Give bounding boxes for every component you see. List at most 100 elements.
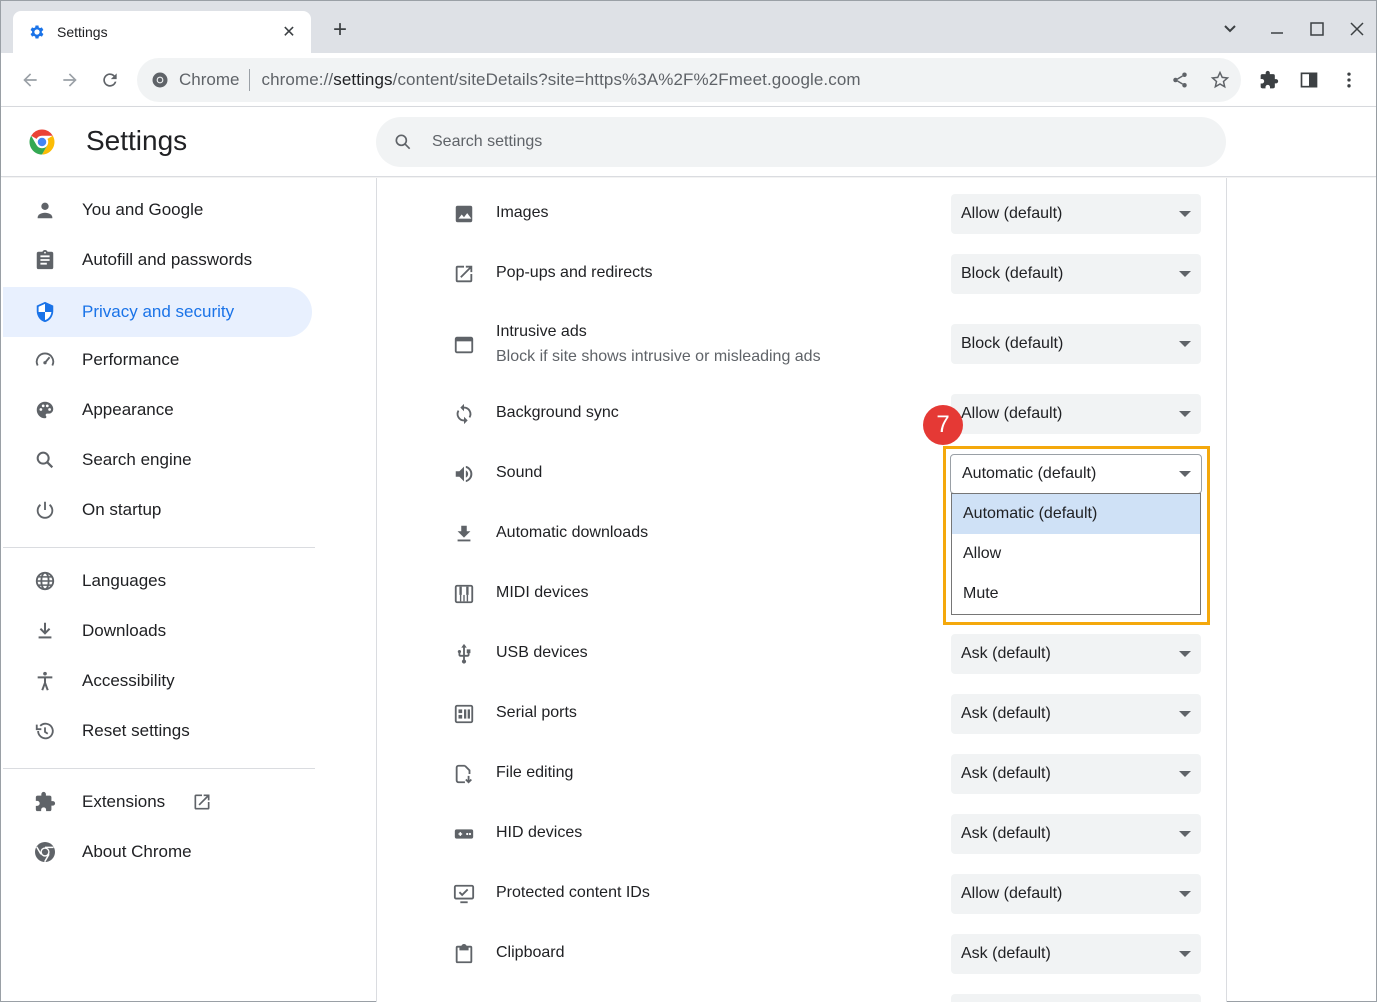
sidebar-item-downloads[interactable]: Downloads — [3, 606, 312, 656]
sidebar-item-performance[interactable]: Performance — [3, 335, 312, 385]
address-bar[interactable]: Chrome chrome://settings/content/siteDet… — [137, 58, 1241, 102]
image-icon — [452, 202, 476, 226]
close-window-icon[interactable] — [1345, 17, 1369, 41]
window-icon — [452, 333, 476, 357]
sidebar-item-label: Search engine — [82, 450, 192, 469]
images-select[interactable]: Allow (default) — [951, 194, 1201, 234]
sidebar-item-you-and-google[interactable]: You and Google — [3, 185, 312, 235]
serial-ports-select[interactable]: Ask (default) — [951, 694, 1201, 734]
sidebar-item-label: Performance — [82, 350, 180, 369]
sidebar-item-label: About Chrome — [82, 842, 192, 861]
tab-search-chevron-icon[interactable] — [1218, 17, 1242, 41]
file-edit-icon — [452, 762, 476, 786]
permission-row-file-editing: File editing Ask (default) — [376, 744, 1227, 804]
sound-option-automatic[interactable]: Automatic (default) — [952, 494, 1200, 534]
permission-label: Background sync — [496, 404, 619, 421]
usb-icon — [452, 642, 476, 666]
permission-row-clipboard: Clipboard Ask (default) — [376, 924, 1227, 984]
close-tab-icon[interactable]: ✕ — [279, 22, 299, 42]
sound-option-mute[interactable]: Mute — [952, 574, 1200, 614]
clipboard-icon — [33, 248, 57, 272]
chrome-logo-icon — [29, 129, 55, 155]
next-permission-select[interactable] — [951, 994, 1201, 1002]
dropdown-arrow-icon — [1179, 271, 1191, 277]
sidebar-item-privacy-and-security[interactable]: Privacy and security — [3, 287, 312, 337]
more-vert-icon[interactable] — [1337, 68, 1361, 92]
sidebar-item-label: Autofill and passwords — [82, 250, 253, 269]
forward-arrow-icon[interactable] — [57, 67, 83, 93]
sidebar-item-reset-settings[interactable]: Reset settings — [3, 706, 312, 756]
dropdown-arrow-icon — [1179, 651, 1191, 657]
sidebar-item-about-chrome[interactable]: About Chrome — [3, 827, 312, 877]
dropdown-arrow-icon — [1179, 711, 1191, 717]
step-number-badge: 7 — [923, 405, 963, 445]
popups-select[interactable]: Block (default) — [951, 254, 1201, 294]
share-icon[interactable] — [1169, 69, 1191, 91]
minimize-icon[interactable] — [1265, 17, 1289, 41]
back-arrow-icon[interactable] — [17, 67, 43, 93]
gamepad-icon — [452, 822, 476, 846]
maximize-icon[interactable] — [1305, 17, 1329, 41]
speedometer-icon — [33, 348, 57, 372]
extensions-puzzle-icon[interactable] — [1257, 68, 1281, 92]
settings-header: Settings — [1, 107, 1376, 177]
usb-devices-select[interactable]: Ask (default) — [951, 634, 1201, 674]
open-in-new-icon — [191, 791, 213, 813]
sidebar-item-label: On startup — [82, 500, 162, 519]
file-editing-select[interactable]: Ask (default) — [951, 754, 1201, 794]
permission-label: Serial ports — [496, 704, 577, 721]
select-value: Ask (default) — [961, 705, 1051, 722]
download-icon — [452, 522, 476, 546]
sidebar-item-languages[interactable]: Languages — [3, 556, 312, 606]
sidebar-item-extensions[interactable]: Extensions — [3, 777, 312, 827]
background-sync-select[interactable]: Allow (default) — [951, 394, 1201, 434]
permission-row-serial-ports: Serial ports Ask (default) — [376, 684, 1227, 744]
sidebar-item-label: Reset settings — [82, 721, 190, 740]
permission-row-intrusive-ads: Intrusive ads Block if site shows intrus… — [376, 311, 1227, 381]
sidebar-item-label: Accessibility — [82, 671, 175, 690]
permission-row-background-sync: Background sync Allow (default) — [376, 384, 1227, 444]
url-path: /content/siteDetails?site=https%3A%2F%2F… — [392, 70, 861, 89]
reload-icon[interactable] — [97, 67, 123, 93]
sound-option-allow[interactable]: Allow — [952, 534, 1200, 574]
sidebar-divider — [3, 768, 315, 769]
sidebar-item-appearance[interactable]: Appearance — [3, 385, 312, 435]
search-settings-box[interactable] — [376, 117, 1226, 167]
piano-icon — [452, 582, 476, 606]
url-text[interactable]: chrome://settings/content/siteDetails?si… — [261, 70, 860, 90]
new-tab-button[interactable]: + — [327, 17, 353, 43]
sidebar-item-accessibility[interactable]: Accessibility — [3, 656, 312, 706]
sidebar-item-on-startup[interactable]: On startup — [3, 485, 312, 535]
sound-select[interactable]: Automatic (default) — [950, 454, 1202, 494]
sidebar-divider — [3, 547, 315, 548]
dropdown-arrow-icon — [1179, 211, 1191, 217]
sidebar-item-label: Privacy and security — [82, 302, 235, 321]
sidebar-item-search-engine[interactable]: Search engine — [3, 435, 312, 485]
serial-icon — [452, 702, 476, 726]
clipboard-select[interactable]: Ask (default) — [951, 934, 1201, 974]
permission-label: Clipboard — [496, 944, 565, 961]
side-panel-icon[interactable] — [1297, 68, 1321, 92]
permission-row-protected-content: Protected content IDs Allow (default) — [376, 864, 1227, 924]
dropdown-arrow-icon — [1179, 341, 1191, 347]
sidebar-item-label: Extensions — [82, 792, 166, 811]
permission-row-hid-devices: HID devices Ask (default) — [376, 804, 1227, 864]
accessibility-icon — [33, 669, 57, 693]
bookmark-star-icon[interactable] — [1209, 69, 1231, 91]
intrusive-ads-select[interactable]: Block (default) — [951, 324, 1201, 364]
select-value: Allow (default) — [961, 205, 1063, 222]
url-prefix: chrome:// — [261, 70, 334, 89]
sidebar-item-autofill[interactable]: Autofill and passwords — [3, 235, 312, 285]
protected-content-select[interactable]: Allow (default) — [951, 874, 1201, 914]
shield-icon — [33, 300, 57, 324]
monitor-check-icon — [452, 882, 476, 906]
search-icon — [392, 131, 414, 153]
search-input[interactable] — [432, 133, 1132, 151]
permission-label: Sound — [496, 464, 543, 481]
hid-devices-select[interactable]: Ask (default) — [951, 814, 1201, 854]
open-in-new-icon — [452, 262, 476, 286]
dropdown-arrow-icon — [1179, 411, 1191, 417]
tab-settings[interactable]: Settings ✕ — [13, 11, 311, 53]
permission-label: MIDI devices — [496, 584, 589, 601]
globe-icon — [33, 569, 57, 593]
